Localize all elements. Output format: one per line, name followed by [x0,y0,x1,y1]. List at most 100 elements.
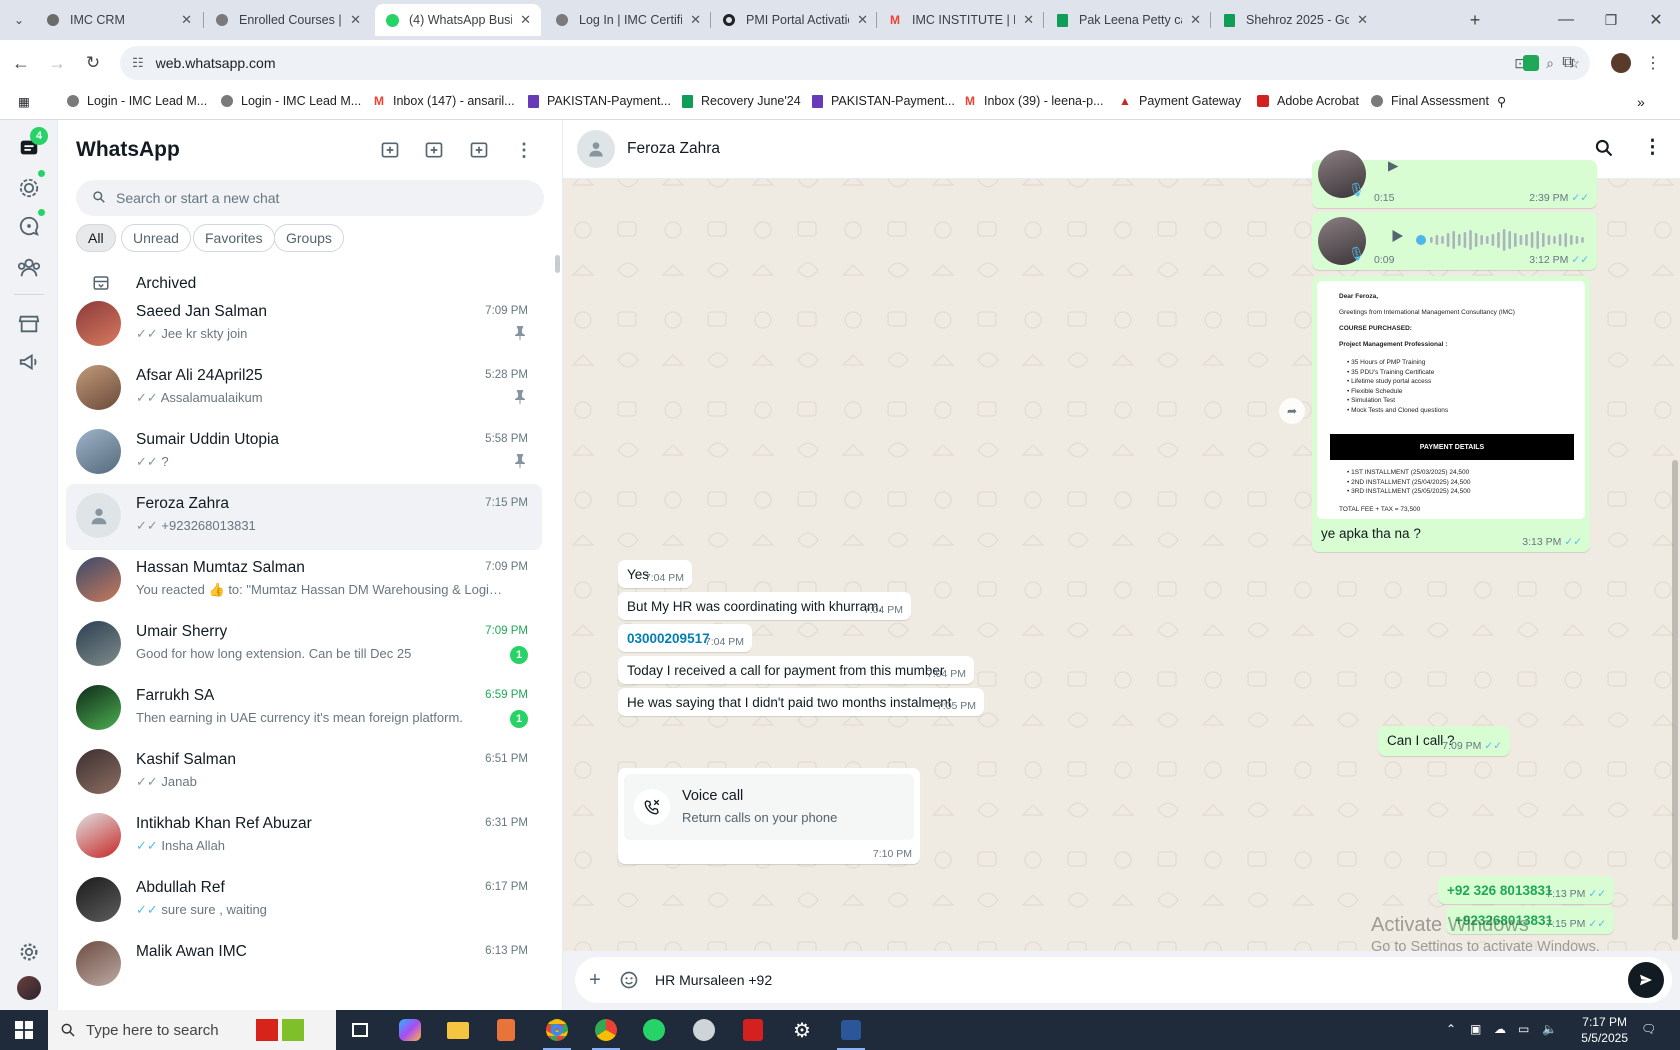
filter-groups[interactable]: Groups [274,224,344,252]
status-icon[interactable] [17,176,41,200]
more-bookmarks-chevron-icon[interactable]: » [1637,94,1645,110]
chat-list-item[interactable]: Malik Awan IMC 6:13 PM [66,932,542,998]
chat-list-item[interactable]: Afsar Ali 24April25 ✓✓ Assalamualaikum 5… [66,356,542,422]
task-view-icon[interactable] [340,1014,380,1046]
bookmark-item[interactable]: Adobe Acrobat [1256,94,1359,108]
incoming-message[interactable]: 03000209517 7:04 PM [618,624,752,652]
advertise-megaphone-icon[interactable] [17,350,41,374]
whatsapp-icon[interactable] [634,1014,674,1046]
address-bar[interactable]: ☷ web.whatsapp.com ⊡ ⌕ ☆ [120,46,1590,80]
notification-icon[interactable]: 🗨 [1641,1022,1656,1036]
new-chat-icon[interactable] [467,138,491,162]
app-icon[interactable] [486,1014,526,1046]
close-tab-icon[interactable]: ✕ [1190,12,1201,28]
chat-list-scrollbar[interactable] [555,255,560,273]
copilot-icon[interactable] [390,1014,430,1046]
minimize-window-icon[interactable]: — [1553,7,1579,33]
close-tab-icon[interactable]: ✕ [350,12,361,28]
contact-avatar-placeholder-icon[interactable] [577,130,615,168]
volume-icon[interactable]: 🔈 [1542,1022,1557,1036]
app-icons-cluster[interactable] [250,1014,310,1046]
image-message[interactable]: Dear Feroza, Greetings from Internationa… [1312,276,1590,552]
app-icon[interactable] [684,1014,724,1046]
chat-list-item[interactable]: Sumair Uddin Utopia ✓✓ ? 5:58 PM [66,420,542,486]
emoji-sticker-icon[interactable] [617,968,641,992]
zoom-icon[interactable]: ⌕ [1546,55,1554,72]
send-button[interactable] [1628,962,1664,998]
incoming-message[interactable]: Yes 7:04 PM [618,560,692,588]
bookmark-item[interactable]: PAKISTAN-Payment... [526,94,671,108]
start-windows-icon[interactable] [0,1010,48,1050]
bookmark-item[interactable]: Login - IMC Lead M... [66,94,207,108]
bookmark-item[interactable]: Final Assessment [1370,94,1489,108]
tab-search-chevron-icon[interactable]: ⌄ [6,7,32,33]
chat-list-item[interactable]: Farrukh SA Then earning in UAE currency … [66,676,542,742]
apps-grid-icon[interactable]: ▦ [18,94,30,109]
extension-whatsapp-icon[interactable] [1518,50,1544,76]
browser-tab[interactable]: Shehroz 2025 - Goo ✕ [1212,4,1378,36]
back-arrow-icon[interactable]: ← [8,50,34,76]
close-tab-icon[interactable]: ✕ [857,12,868,28]
settings-gear-icon[interactable]: ⚙ [782,1014,822,1046]
tray-meet-icon[interactable]: ▣ [1470,1022,1481,1036]
fee-document-image[interactable]: Dear Feroza, Greetings from Internationa… [1317,281,1585,519]
attach-plus-icon[interactable]: + [583,968,607,992]
tray-chevron-icon[interactable]: ⌃ [1446,1022,1456,1036]
settings-gear-icon[interactable] [17,940,41,964]
incoming-message[interactable]: Today I received a call for payment from… [618,656,974,684]
bookmark-overflow-icon[interactable]: ⚲ [1497,94,1506,109]
voice-message[interactable]: 🎙 ▶ 0:15 2:39 PM ✓✓ [1312,150,1597,208]
audio-waveform[interactable] [1416,227,1586,253]
close-tab-icon[interactable]: ✕ [520,12,531,28]
message-input[interactable] [655,968,1555,992]
menu-icon[interactable]: ⋮ [512,138,536,162]
browser-tab[interactable]: Pak Leena Petty cas ✕ [1045,4,1211,36]
bookmark-item[interactable]: M Inbox (147) - ansaril... [372,94,515,108]
browser-tab[interactable]: PMI Portal Activation ✕ [712,4,878,36]
restore-window-icon[interactable]: ❐ [1598,7,1624,33]
filter-favorites[interactable]: Favorites [193,224,275,252]
network-icon[interactable]: ▭ [1518,1022,1529,1036]
word-icon[interactable] [831,1014,871,1050]
profile-avatar[interactable] [1608,50,1634,76]
voice-call-inner[interactable]: Voice call Return calls on your phone [624,774,914,840]
chat-list-item[interactable]: Feroza Zahra ✓✓ +923268013831 7:15 PM [66,484,542,550]
search-input[interactable] [116,190,516,206]
search-box[interactable] [76,180,544,216]
catalog-store-icon[interactable] [17,312,41,336]
close-tab-icon[interactable]: ✕ [1023,12,1034,28]
chat-list-item[interactable]: Saeed Jan Salman ✓✓ Jee kr skty join 7:0… [66,292,542,358]
reload-icon[interactable]: ↻ [80,50,106,76]
chat-list-item[interactable]: Abdullah Ref ✓✓ sure sure , waiting 6:17… [66,868,542,934]
bookmark-item[interactable]: PAKISTAN-Payment... [810,94,955,108]
composer-box[interactable]: + [575,957,1672,1003]
forward-icon[interactable]: ➦ [1279,398,1305,424]
outgoing-message[interactable]: Can I call ? 7:09 PM ✓✓ [1378,726,1510,756]
taskbar-clock[interactable]: 7:17 PM 5/5/2025 [1581,1014,1628,1046]
conversation-scrollbar[interactable] [1672,460,1678,940]
browser-menu-icon[interactable]: ⋮ [1640,50,1666,76]
forward-arrow-icon[interactable]: → [44,50,70,76]
play-icon[interactable] [1388,227,1406,248]
browser-tab[interactable]: IMC CRM ✕ [36,4,202,36]
phone-link[interactable]: 03000209517 [627,631,710,646]
site-settings-icon[interactable]: ☷ [132,55,144,71]
close-tab-icon[interactable]: ✕ [1357,12,1368,28]
chat-list-item[interactable]: Hassan Mumtaz Salman You reacted 👍 to: "… [66,548,542,614]
browser-tab[interactable]: (4) WhatsApp Business ✕ [375,4,541,36]
voice-call-card[interactable]: Voice call Return calls on your phone 7:… [618,768,920,864]
chat-menu-icon[interactable]: ⋮ [1643,136,1662,159]
acrobat-icon[interactable] [733,1014,773,1046]
profile-avatar[interactable] [17,976,41,1000]
phone-link[interactable]: +92 326 8013831 [1447,883,1552,898]
incoming-message[interactable]: He was saying that I didn't paid two mon… [618,688,984,716]
close-tab-icon[interactable]: ✕ [181,12,192,28]
new-broadcast-icon[interactable] [378,138,402,162]
chrome-icon[interactable] [537,1014,577,1050]
bookmark-item[interactable]: Login - IMC Lead M... [220,94,361,108]
file-explorer-icon[interactable] [438,1014,478,1046]
new-tab-button[interactable]: + [1462,7,1488,33]
contact-name[interactable]: Feroza Zahra [627,140,720,158]
bookmark-item[interactable]: M Inbox (39) - leena-p... [963,94,1104,108]
new-group-icon[interactable] [422,138,446,162]
